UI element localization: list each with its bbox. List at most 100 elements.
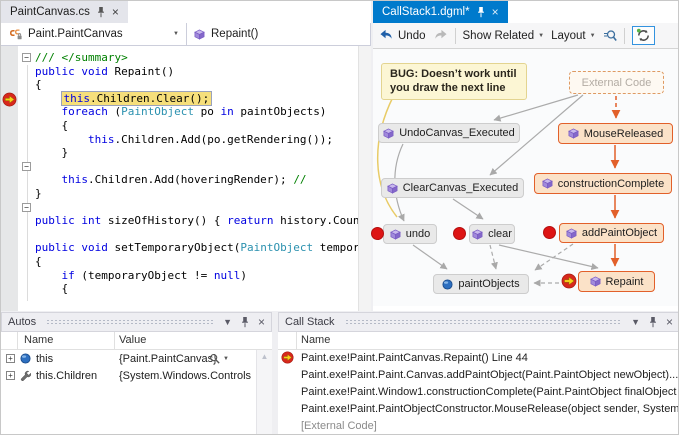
close-icon[interactable]: × [492, 7, 499, 17]
callstack-frame[interactable]: Paint.exe!Paint.PaintObjectConstructor.M… [278, 401, 679, 418]
code-line[interactable]: public int sizeOfHistory() { reaturn his… [1, 214, 358, 228]
graph-node-Repaint[interactable]: Repaint [578, 271, 655, 292]
code-line[interactable]: { [1, 119, 358, 133]
close-icon[interactable]: × [258, 315, 265, 329]
method-icon [590, 276, 601, 287]
column-name[interactable]: Name [24, 334, 53, 346]
pin-icon[interactable] [96, 6, 106, 18]
graph-node-paintObjects[interactable]: paintObjects [433, 274, 529, 294]
graph-node-clear[interactable]: clear [469, 224, 515, 244]
frame-text: Paint.exe!Paint.PaintObjectConstructor.M… [301, 403, 679, 415]
editor-scrollbar[interactable] [358, 46, 371, 311]
graph-node-MouseReleased[interactable]: MouseReleased [558, 123, 673, 144]
redo-button[interactable] [433, 29, 448, 42]
callstack-frame[interactable]: Paint.exe!Paint.PaintCanvas.Repaint() Li… [278, 350, 679, 367]
code-lines: −/// </summary>public void Repaint(){ th… [1, 51, 358, 296]
node-label: ClearCanvas_Executed [403, 182, 519, 194]
breakpoint-icon[interactable] [371, 227, 384, 240]
autos-titlebar: Autos ▼ × [1, 312, 272, 332]
pin-icon[interactable] [648, 316, 658, 328]
vs-debug-window: PaintCanvas.cs × Paint.PaintCanvas ▼ Rep… [0, 0, 679, 435]
code-line[interactable]: this.Children.Add(po.getRendering()); [1, 133, 358, 147]
undo-button[interactable]: Undo [379, 29, 426, 42]
breakpoint-current-statement-icon[interactable] [2, 92, 17, 107]
edge-addPaintObject-to-paintObjects [535, 244, 573, 270]
layout-button[interactable]: Layout ▼ [551, 30, 595, 42]
magnifier-icon[interactable] [209, 353, 220, 364]
chevron-down-icon: ▼ [173, 31, 179, 37]
tab-callstack-dgml[interactable]: CallStack1.dgml* × [373, 1, 508, 23]
code-editor[interactable]: −/// </summary>public void Repaint(){ th… [1, 46, 371, 311]
callstack-frame[interactable]: [External Code] [278, 418, 679, 435]
graph-canvas[interactable]: BUG: Doesn’t work until you draw the nex… [373, 49, 679, 306]
panel-title: Call Stack [285, 316, 335, 328]
chevron-down-icon: ▼ [538, 33, 544, 39]
code-line[interactable] [1, 228, 358, 242]
node-label: MouseReleased [584, 128, 664, 140]
code-line[interactable]: −/// </summary> [1, 51, 358, 65]
code-map-pane: CallStack1.dgml* × Undo Show Related ▼ L… [373, 1, 679, 311]
drag-grip[interactable] [46, 319, 213, 325]
current-statement-icon[interactable] [561, 273, 577, 289]
chevron-down-icon: ▼ [590, 33, 596, 39]
code-line[interactable]: this.Children.Clear(); [1, 92, 358, 106]
column-value[interactable]: Value [119, 334, 146, 346]
window-position-icon[interactable]: ▼ [631, 317, 640, 327]
code-line[interactable]: public void setTemporaryObject(PaintObje… [1, 241, 358, 255]
drag-grip[interactable] [345, 319, 622, 325]
code-line[interactable]: { [1, 282, 358, 296]
code-line[interactable]: } [1, 146, 358, 160]
close-icon[interactable]: × [112, 7, 119, 17]
column-name[interactable]: Name [301, 334, 330, 346]
close-icon[interactable]: × [666, 315, 673, 329]
autos-grid-header: Name Value [1, 332, 272, 350]
code-line[interactable]: { [1, 78, 358, 92]
code-line[interactable]: this.Children.Add(hoveringRender); // [1, 173, 358, 187]
tab-title: CallStack1.dgml* [382, 6, 470, 18]
class-name: Paint.PaintCanvas [28, 28, 123, 40]
scroll-up-icon[interactable]: ▲ [257, 350, 272, 361]
code-line[interactable]: } [1, 187, 358, 201]
fold-toggle-icon[interactable]: − [22, 162, 31, 171]
code-line[interactable]: − [1, 201, 358, 215]
graph-node-ClearCanvas_Executed[interactable]: ClearCanvas_Executed [381, 178, 524, 198]
fold-toggle-icon[interactable]: − [22, 203, 31, 212]
breakpoint-icon[interactable] [453, 227, 466, 240]
pin-icon[interactable] [240, 316, 250, 328]
callstack-frame[interactable]: Paint.exe!Paint.Window1.constructionComp… [278, 384, 679, 401]
graph-node-UndoCanvas_Executed[interactable]: UndoCanvas_Executed [378, 123, 520, 143]
current-frame-icon [281, 351, 294, 364]
code-line[interactable]: foreach (PaintObject po in paintObjects) [1, 105, 358, 119]
bug-annotation-note[interactable]: BUG: Doesn’t work until you draw the nex… [381, 63, 527, 100]
autos-scrollbar[interactable]: ▲ [256, 350, 272, 435]
autos-panel: Autos ▼ × Name Value +this{Paint.PaintCa… [1, 312, 272, 435]
tab-title: PaintCanvas.cs [10, 6, 90, 18]
show-related-button[interactable]: Show Related ▼ [463, 30, 545, 42]
code-line[interactable]: if (temporaryObject != null) [1, 269, 358, 283]
graph-node-constructionComplete[interactable]: constructionComplete [534, 173, 672, 194]
expand-icon[interactable]: + [6, 371, 15, 380]
sync-toggle-button[interactable] [632, 26, 655, 45]
find-zoom-button[interactable] [603, 29, 617, 42]
fold-toggle-icon[interactable]: − [22, 53, 31, 62]
window-position-icon[interactable]: ▼ [223, 317, 232, 327]
tab-paintcanvas[interactable]: PaintCanvas.cs × [1, 1, 128, 23]
code-line[interactable]: { [1, 255, 358, 269]
breakpoint-icon[interactable] [543, 226, 556, 239]
expand-icon[interactable]: + [6, 354, 15, 363]
autos-row[interactable]: +this.Children{System.Windows.Controls [1, 367, 272, 384]
class-dropdown[interactable]: Paint.PaintCanvas ▼ [1, 23, 187, 45]
graph-node-addPaintObject[interactable]: addPaintObject [559, 223, 664, 243]
graph-toolbar: Undo Show Related ▼ Layout ▼ [373, 23, 679, 49]
callstack-frame[interactable]: Paint.exe!Paint.Paint.Canvas.addPaintObj… [278, 367, 679, 384]
graph-node-ExternalCode[interactable]: External Code [569, 71, 664, 94]
editor-tabstrip: PaintCanvas.cs × [1, 1, 371, 23]
pin-icon[interactable] [476, 6, 486, 18]
edge-clear-to-Repaint [499, 245, 598, 268]
autos-row[interactable]: +this{Paint.PaintCanvas}▼ [1, 350, 272, 367]
code-line[interactable]: − [1, 160, 358, 174]
code-line[interactable]: public void Repaint() [1, 65, 358, 79]
chevron-down-icon[interactable]: ▼ [223, 356, 229, 362]
member-dropdown[interactable]: Repaint() [187, 23, 371, 45]
graph-node-undo[interactable]: undo [383, 224, 437, 244]
